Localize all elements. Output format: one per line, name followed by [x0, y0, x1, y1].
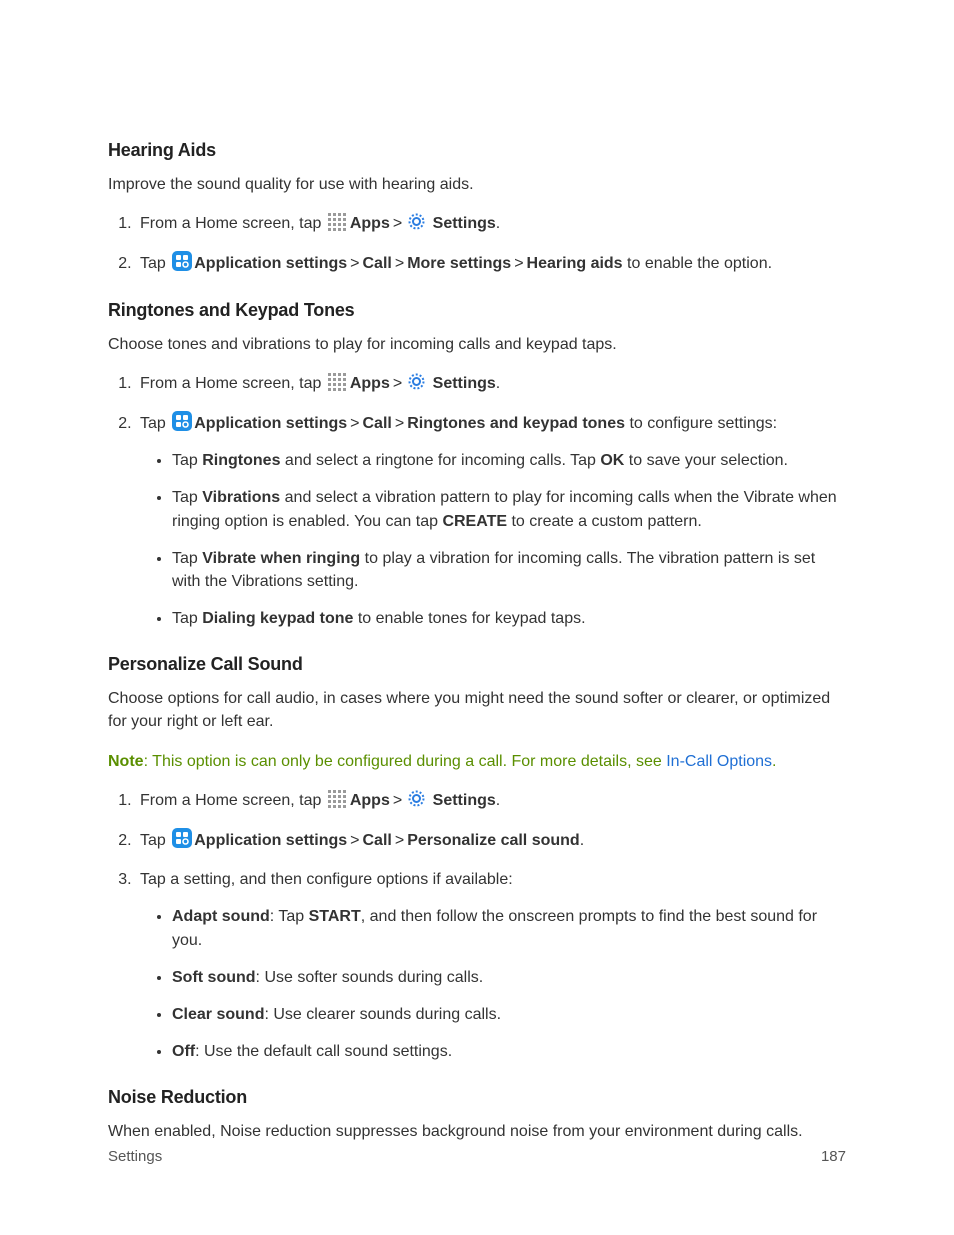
settings-gear-icon: [407, 212, 426, 231]
heading-noise: Noise Reduction: [108, 1087, 846, 1108]
section-hearing-aids: Hearing Aids Improve the sound quality f…: [108, 140, 846, 276]
step-1: From a Home screen, tap Apps> Settings.: [136, 212, 846, 235]
application-settings-icon: [172, 411, 192, 431]
intro-noise: When enabled, Noise reduction suppresses…: [108, 1120, 846, 1143]
section-noise: Noise Reduction When enabled, Noise redu…: [108, 1087, 846, 1143]
list-item: Tap Ringtones and select a ringtone for …: [172, 449, 846, 472]
steps-personalize: From a Home screen, tap Apps> Settings. …: [108, 789, 846, 1064]
apps-grid-icon: [328, 790, 348, 808]
footer-page-number: 187: [821, 1148, 846, 1165]
settings-gear-icon: [407, 372, 426, 391]
heading-ringtones: Ringtones and Keypad Tones: [108, 300, 846, 321]
intro-personalize: Choose options for call audio, in cases …: [108, 687, 846, 733]
list-item: Tap Vibrate when ringing to play a vibra…: [172, 547, 846, 593]
list-item: Adapt sound: Tap START, and then follow …: [172, 905, 846, 951]
heading-personalize: Personalize Call Sound: [108, 654, 846, 675]
step-1: From a Home screen, tap Apps> Settings.: [136, 789, 846, 812]
heading-hearing-aids: Hearing Aids: [108, 140, 846, 161]
step-2: Tap Application settings>Call>Ringtones …: [136, 411, 846, 630]
step-1: From a Home screen, tap Apps> Settings.: [136, 372, 846, 395]
page-footer: Settings 187: [108, 1148, 846, 1165]
list-item: Clear sound: Use clearer sounds during c…: [172, 1003, 846, 1026]
step-2: Tap Application settings>Call>Personaliz…: [136, 828, 846, 852]
page-content: Hearing Aids Improve the sound quality f…: [0, 0, 954, 1235]
steps-hearing-aids: From a Home screen, tap Apps> Settings. …: [108, 212, 846, 275]
list-item: Tap Vibrations and select a vibration pa…: [172, 486, 846, 532]
list-item: Off: Use the default call sound settings…: [172, 1040, 846, 1063]
apps-grid-icon: [328, 373, 348, 391]
footer-section-name: Settings: [108, 1148, 162, 1165]
section-ringtones: Ringtones and Keypad Tones Choose tones …: [108, 300, 846, 631]
intro-hearing-aids: Improve the sound quality for use with h…: [108, 173, 846, 196]
apps-grid-icon: [328, 213, 348, 231]
steps-ringtones: From a Home screen, tap Apps> Settings. …: [108, 372, 846, 631]
section-personalize: Personalize Call Sound Choose options fo…: [108, 654, 846, 1063]
application-settings-icon: [172, 828, 192, 848]
substeps-personalize: Adapt sound: Tap START, and then follow …: [140, 905, 846, 1063]
note-personalize: Note: This option is can only be configu…: [108, 750, 846, 773]
list-item: Tap Dialing keypad tone to enable tones …: [172, 607, 846, 630]
step-3: Tap a setting, and then configure option…: [136, 868, 846, 1063]
link-in-call-options[interactable]: In-Call Options: [666, 753, 772, 770]
intro-ringtones: Choose tones and vibrations to play for …: [108, 333, 846, 356]
step-2: Tap Application settings>Call>More setti…: [136, 251, 846, 275]
settings-gear-icon: [407, 789, 426, 808]
application-settings-icon: [172, 251, 192, 271]
substeps-ringtones: Tap Ringtones and select a ringtone for …: [140, 449, 846, 630]
list-item: Soft sound: Use softer sounds during cal…: [172, 966, 846, 989]
